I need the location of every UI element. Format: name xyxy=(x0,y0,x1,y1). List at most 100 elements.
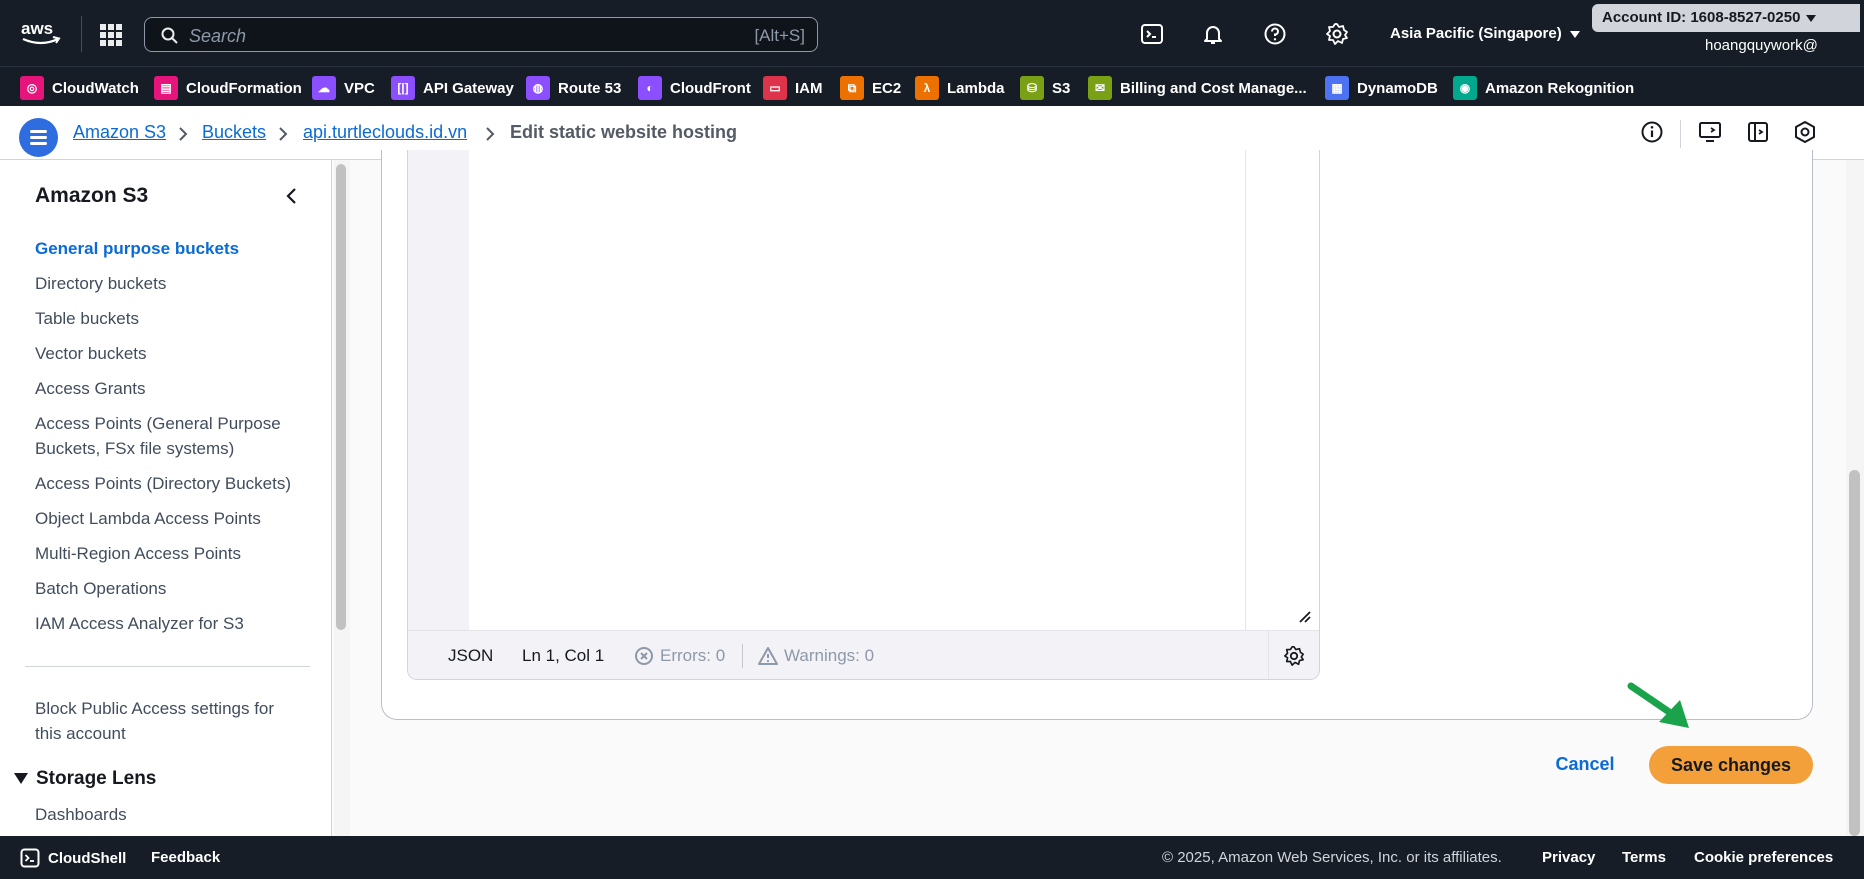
sidebar-item-vector-buckets[interactable]: Vector buckets xyxy=(35,341,305,366)
cloudformation-icon: ▤ xyxy=(154,76,178,100)
hamburger-line xyxy=(30,142,47,145)
save-changes-button[interactable]: Save changes xyxy=(1649,746,1813,784)
iam-icon: ▭ xyxy=(763,76,787,100)
screen-share-icon[interactable] xyxy=(1698,120,1722,144)
search-shortcut: [Alt+S] xyxy=(754,26,805,45)
search-placeholder: Search xyxy=(189,26,247,46)
favorite-cloudwatch[interactable]: ◎ CloudWatch xyxy=(20,76,139,100)
collapse-sidebar-icon[interactable] xyxy=(283,187,301,205)
editor-language: JSON xyxy=(448,646,494,665)
scrollbar-thumb[interactable] xyxy=(336,164,346,630)
services-menu-icon[interactable] xyxy=(100,24,122,46)
search-icon xyxy=(161,27,178,44)
footer-copyright: © 2025, Amazon Web Services, Inc. or its… xyxy=(1162,849,1502,866)
top-navigation: aws Search [Alt+S] Asia Pacific (Singapo… xyxy=(0,0,1864,66)
caret-down-icon xyxy=(1806,14,1817,22)
sidebar-scrollbar[interactable] xyxy=(334,160,350,836)
chevron-right-icon xyxy=(486,127,495,141)
annotation-arrow-icon xyxy=(1627,682,1689,728)
side-navigation-toggle[interactable] xyxy=(19,118,58,157)
svg-text:aws: aws xyxy=(21,19,53,38)
cloudwatch-icon: ◎ xyxy=(20,76,44,100)
cancel-button[interactable]: Cancel xyxy=(1540,745,1630,783)
sidebar-item-multi-region[interactable]: Multi-Region Access Points xyxy=(35,541,305,566)
caret-down-icon xyxy=(14,773,28,785)
breadcrumb-buckets[interactable]: Buckets xyxy=(202,122,266,143)
favorite-route-53[interactable]: ◍ Route 53 xyxy=(526,76,621,100)
search-input[interactable]: Search [Alt+S] xyxy=(144,17,818,52)
editor-warnings[interactable]: Warnings: 0 xyxy=(758,646,874,666)
rekognition-icon: ◉ xyxy=(1453,76,1477,100)
editor-gutter xyxy=(408,150,469,630)
sidebar-item-iam-access-analyzer[interactable]: IAM Access Analyzer for S3 xyxy=(35,611,305,636)
favorite-lambda[interactable]: λ Lambda xyxy=(915,76,1005,100)
footer-feedback[interactable]: Feedback xyxy=(151,849,220,866)
footer-cookie-preferences[interactable]: Cookie preferences xyxy=(1694,849,1833,866)
footer-cloudshell[interactable]: CloudShell xyxy=(20,848,126,868)
breadcrumb-amazon-s3[interactable]: Amazon S3 xyxy=(73,122,166,143)
favorite-billing[interactable]: ✉ Billing and Cost Manage... xyxy=(1088,76,1307,100)
nav-divider xyxy=(81,16,82,52)
sidebar-item-access-points-directory[interactable]: Access Points (Directory Buckets) xyxy=(35,471,305,496)
favorites-bar: ◎ CloudWatch ▤ CloudFormation ☁ VPC [|] API … xyxy=(0,66,1864,106)
warning-triangle-icon xyxy=(758,647,778,665)
sidebar-item-general-purpose-buckets[interactable]: General purpose buckets xyxy=(35,236,305,261)
footer-terms[interactable]: Terms xyxy=(1622,849,1666,866)
editor-errors[interactable]: Errors: 0 xyxy=(634,646,725,666)
footer-privacy[interactable]: Privacy xyxy=(1542,849,1595,866)
toolbar-divider xyxy=(1680,120,1681,148)
info-icon[interactable] xyxy=(1640,120,1664,144)
settings-gear-icon[interactable] xyxy=(1325,22,1349,46)
sidebar-item-block-public-access[interactable]: Block Public Access settings for this ac… xyxy=(35,696,305,746)
favorite-rekognition[interactable]: ◉ Amazon Rekognition xyxy=(1453,76,1634,100)
editor-status-bar: JSON Ln 1, Col 1 Errors: 0 Warnings: 0 xyxy=(408,630,1319,679)
aws-logo[interactable]: aws xyxy=(20,18,62,48)
favorite-api-gateway[interactable]: [|] API Gateway xyxy=(391,76,514,100)
sidebar-item-directory-buckets[interactable]: Directory buckets xyxy=(35,271,305,296)
account-menu[interactable]: Account ID: 1608-8527-0250 xyxy=(1592,4,1860,32)
cloudfront-icon: ◐ xyxy=(638,76,662,100)
username[interactable]: hoangquywork@ xyxy=(1705,37,1818,54)
sidebar-item-object-lambda[interactable]: Object Lambda Access Points xyxy=(35,506,305,531)
route-53-icon: ◍ xyxy=(526,76,550,100)
sidebar-item-table-buckets[interactable]: Table buckets xyxy=(35,306,305,331)
main-scrollbar[interactable] xyxy=(1846,160,1864,836)
editor-settings-gear-icon[interactable] xyxy=(1283,645,1305,667)
chevron-right-icon xyxy=(179,127,188,141)
footer: CloudShell Feedback © 2025, Amazon Web S… xyxy=(0,836,1864,879)
sidebar-item-dashboards[interactable]: Dashboards xyxy=(35,802,305,827)
favorite-cloudfront[interactable]: ◐ CloudFront xyxy=(638,76,751,100)
favorite-s3[interactable]: ⛁ S3 xyxy=(1020,76,1070,100)
cloudshell-icon[interactable] xyxy=(1140,22,1164,46)
scrollbar-thumb[interactable] xyxy=(1849,470,1860,836)
sidebar-item-access-grants[interactable]: Access Grants xyxy=(35,376,305,401)
code-editor[interactable]: JSON Ln 1, Col 1 Errors: 0 Warnings: 0 xyxy=(407,150,1320,680)
hamburger-line xyxy=(30,130,47,133)
favorite-ec2[interactable]: ⧉ EC2 xyxy=(840,76,901,100)
region-selector[interactable]: Asia Pacific (Singapore) xyxy=(1390,25,1580,42)
lambda-icon: λ xyxy=(915,76,939,100)
favorite-vpc[interactable]: ☁ VPC xyxy=(312,76,375,100)
sidebar-title[interactable]: Amazon S3 xyxy=(35,184,148,208)
vpc-icon: ☁ xyxy=(312,76,336,100)
notifications-bell-icon[interactable] xyxy=(1201,22,1225,46)
breadcrumb-current: Edit static website hosting xyxy=(510,122,738,142)
sidebar-divider xyxy=(25,666,310,667)
hexagon-settings-icon[interactable] xyxy=(1793,120,1817,144)
sidebar-item-access-points-general[interactable]: Access Points (General Purpose Buckets, … xyxy=(35,411,305,461)
breadcrumb-bucket-name[interactable]: api.turtleclouds.id.vn xyxy=(303,122,467,143)
favorite-iam[interactable]: ▭ IAM xyxy=(763,76,823,100)
region-label: Asia Pacific (Singapore) xyxy=(1390,25,1562,42)
notes-panel-icon[interactable] xyxy=(1746,120,1770,144)
api-gateway-icon: [|] xyxy=(391,76,415,100)
cloudshell-icon xyxy=(20,848,40,868)
status-divider xyxy=(1268,631,1269,679)
resize-handle-icon[interactable] xyxy=(1298,610,1312,624)
status-divider xyxy=(742,644,743,668)
favorite-dynamodb[interactable]: ▦ DynamoDB xyxy=(1325,76,1438,100)
favorite-cloudformation[interactable]: ▤ CloudFormation xyxy=(154,76,302,100)
sidebar-item-batch-operations[interactable]: Batch Operations xyxy=(35,576,305,601)
sidebar-section-storage-lens[interactable]: Storage Lens xyxy=(14,768,156,790)
chevron-right-icon xyxy=(279,127,288,141)
help-icon[interactable] xyxy=(1263,22,1287,46)
